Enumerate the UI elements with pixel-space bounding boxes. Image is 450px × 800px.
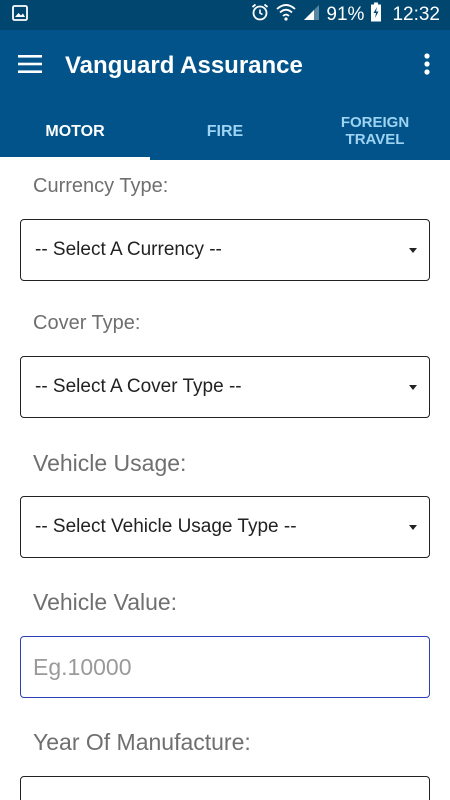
overflow-menu-icon [424,52,430,80]
vehicle-value-label: Vehicle Value: [33,589,178,615]
image-icon [12,4,28,26]
dropdown-arrow-icon [409,247,417,253]
tab-foreign-travel[interactable]: FOREIGN TRAVEL [300,102,450,160]
vehicle-usage-label: Vehicle Usage: [33,450,187,476]
cover-type-label: Cover Type: [33,312,141,334]
signal-icon [302,3,320,27]
currency-select[interactable]: -- Select A Currency -- [20,219,430,281]
menu-icon [18,54,42,78]
year-of-manufacture-label: Year Of Manufacture: [33,729,251,755]
vehicle-value-input[interactable] [20,636,430,698]
clock: 12:32 [392,4,440,25]
battery-charging-icon [370,2,382,28]
battery-percent: 91% [326,4,365,25]
tab-bar: MOTOR FIRE FOREIGN TRAVEL [0,102,450,160]
app-title: Vanguard Assurance [65,52,303,79]
vehicle-usage-select-value: -- Select Vehicle Usage Type -- [35,516,297,537]
year-of-manufacture-field[interactable] [20,776,430,800]
tab-fire[interactable]: FIRE [150,102,300,160]
alarm-icon [250,2,270,28]
app-bar: Vanguard Assurance [0,30,450,102]
tab-motor[interactable]: MOTOR [0,102,150,160]
cover-type-select[interactable]: -- Select A Cover Type -- [20,356,430,418]
menu-button[interactable] [0,30,60,102]
currency-select-value: -- Select A Currency -- [35,239,222,260]
dropdown-arrow-icon [409,384,417,390]
wifi-icon [276,3,297,27]
status-right: 91% 12:32 [250,2,440,28]
vehicle-usage-select[interactable]: -- Select Vehicle Usage Type -- [20,496,430,558]
status-left [12,4,250,26]
overflow-menu-button[interactable] [404,30,450,102]
currency-type-label: Currency Type: [33,175,169,197]
cover-type-select-value: -- Select A Cover Type -- [35,376,242,397]
status-bar: 91% 12:32 [0,0,450,30]
dropdown-arrow-icon [409,524,417,530]
